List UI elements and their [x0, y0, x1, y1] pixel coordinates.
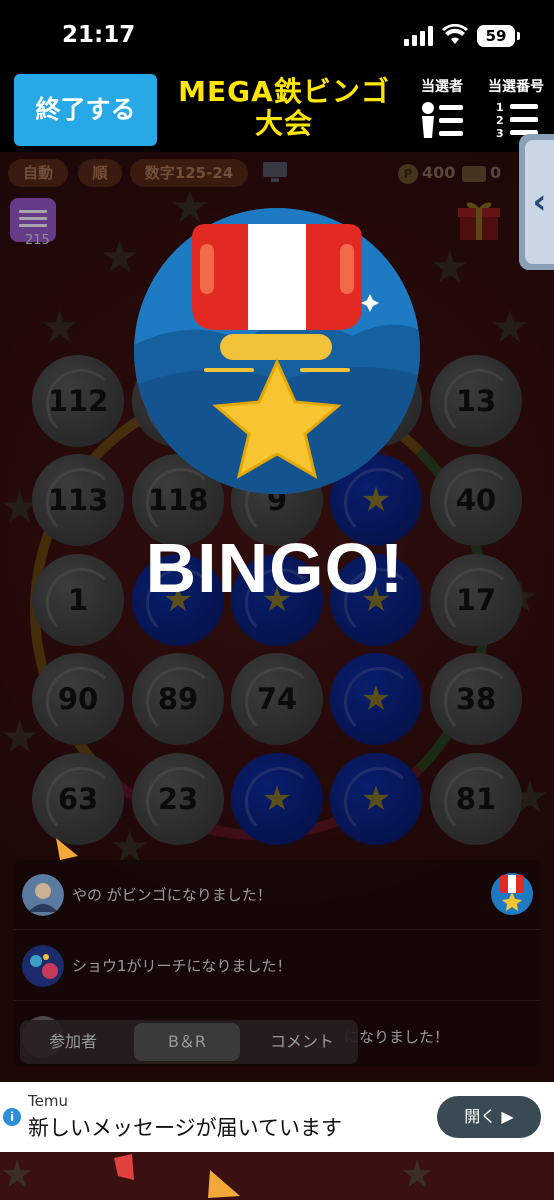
tab-br[interactable]: B＆R — [134, 1023, 240, 1061]
open-notification-button[interactable]: 開く ▶ — [437, 1096, 541, 1138]
game-title: MEGA鉄ビンゴ大会 — [178, 75, 390, 140]
tab-comments[interactable]: コメント — [252, 1020, 352, 1064]
winners-button[interactable]: 当選者 — [410, 76, 474, 146]
feed-message: やの がビンゴになりました！ — [72, 886, 272, 904]
battery-indicator: 59 — [477, 25, 520, 47]
confetti-icon — [208, 1170, 240, 1198]
svg-text:2: 2 — [496, 114, 504, 127]
feed-message: ショウ1がリーチになりました！ — [72, 957, 292, 975]
medal-icon — [134, 208, 420, 494]
notification-source: Temu — [28, 1092, 68, 1110]
panel-tabs: 参加者 B＆R コメント — [20, 1020, 358, 1064]
game-header: 終了する MEGA鉄ビンゴ大会 当選者 当選番号 1 2 3 — [0, 70, 554, 152]
end-game-button[interactable]: 終了する — [14, 74, 157, 146]
app-screen: 21:17 59 終了する MEGA鉄ビンゴ大会 当選者 当選番号 1 2 3 … — [0, 0, 554, 1200]
medal-badge-icon — [491, 873, 533, 915]
svg-text:3: 3 — [496, 127, 504, 140]
status-time: 21:17 — [62, 22, 136, 48]
background-star-icon: ★ — [0, 1152, 35, 1196]
bingo-announcement: BINGO! — [145, 529, 405, 607]
winners-list-icon — [422, 102, 463, 138]
winning-numbers-label: 当選番号 — [488, 79, 544, 95]
svg-text:1: 1 — [496, 101, 504, 114]
feed-item: ショウ1がリーチになりました！ — [14, 931, 540, 1001]
side-panel-handle[interactable]: ‹ — [519, 134, 554, 270]
feed-item: やの がビンゴになりました！ — [14, 860, 540, 930]
winners-label: 当選者 — [421, 79, 463, 95]
bottom-strip: ★ ★ — [0, 1152, 554, 1200]
status-bar: 21:17 59 — [0, 0, 554, 70]
signal-icon — [404, 26, 433, 46]
info-icon[interactable]: i — [3, 1108, 21, 1126]
avatar — [22, 874, 64, 916]
wifi-icon — [442, 24, 468, 44]
chevron-left-icon: ‹ — [525, 140, 554, 264]
feed-message: になりました！ — [344, 1028, 450, 1046]
confetti-icon — [114, 1154, 134, 1180]
tab-participants[interactable]: 参加者 — [28, 1020, 118, 1064]
notification-message: 新しいメッセージが届いています — [28, 1116, 342, 1140]
confetti-icon — [56, 838, 78, 860]
avatar — [22, 945, 64, 987]
background-star-icon: ★ — [400, 1152, 435, 1196]
